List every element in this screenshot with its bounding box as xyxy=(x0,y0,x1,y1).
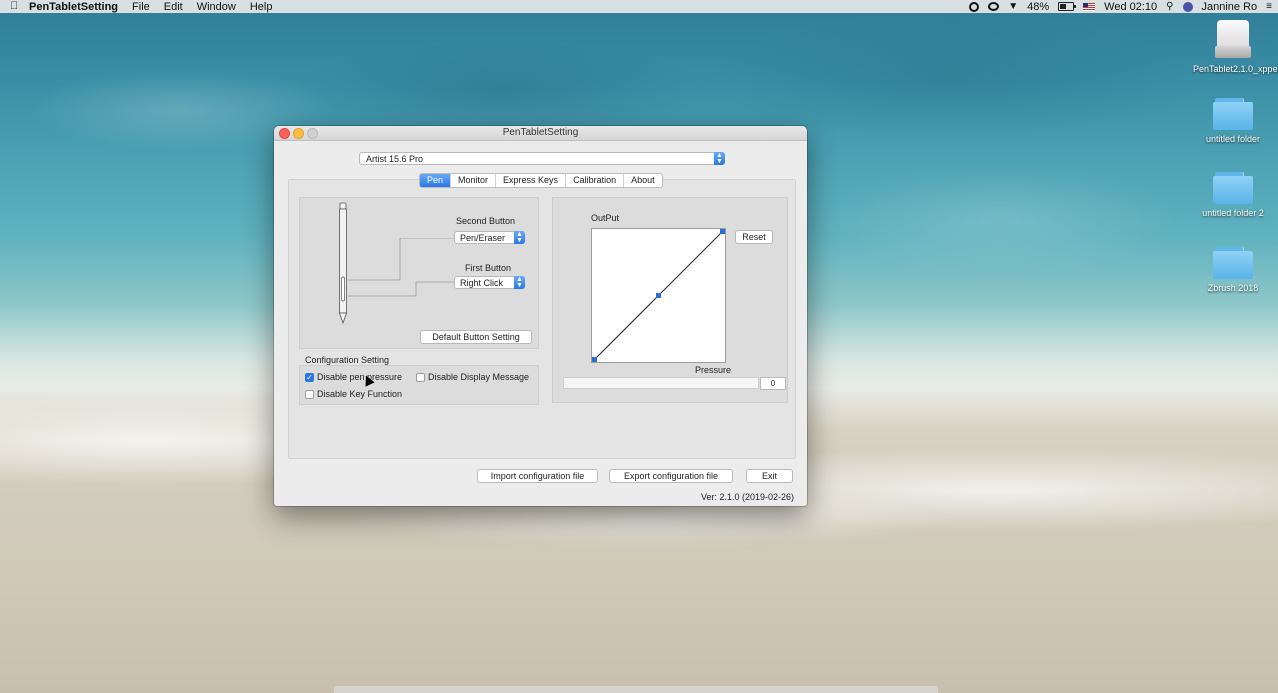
battery-percent: 48% xyxy=(1027,0,1050,13)
search-icon[interactable]: ⚲ xyxy=(1166,1,1173,12)
pressure-value: 0 xyxy=(760,377,786,390)
disable-display-message-label[interactable]: Disable Display Message xyxy=(428,372,529,382)
curve-handle-start[interactable] xyxy=(592,357,597,362)
import-configuration-button[interactable]: Import configuration file xyxy=(477,469,598,483)
first-button-value: Right Click xyxy=(460,278,504,288)
disable-key-function-checkbox[interactable] xyxy=(305,390,314,399)
menu-help[interactable]: Help xyxy=(250,1,273,13)
folder-icon xyxy=(1213,98,1253,130)
pen-illustration-icon xyxy=(339,202,347,324)
disable-pen-pressure-label[interactable]: Disable pen pressure xyxy=(317,372,402,382)
second-button-select[interactable]: Pen/Eraser ▲ ▼ xyxy=(454,231,525,244)
tab-bar: Pen Monitor Express Keys Calibration Abo… xyxy=(419,173,663,188)
pressure-level-bar xyxy=(563,377,759,389)
user-name[interactable]: Jannine Ro xyxy=(1202,1,1258,13)
apple-icon[interactable]:  xyxy=(10,1,21,12)
desktop-icon-label: untitled folder xyxy=(1205,134,1261,144)
menu-status-area: ▼ 48% Wed 02:10 ⚲ Jannine Ro ≡ xyxy=(969,0,1272,13)
pen-connector-lines xyxy=(348,238,458,297)
window-titlebar[interactable]: PenTabletSetting xyxy=(274,126,807,141)
tab-pen[interactable]: Pen xyxy=(420,174,452,187)
output-title: OutPut xyxy=(591,213,620,223)
desktop-icon-label: PenTablet2.1.0_xppen_20190226 xyxy=(1193,64,1278,74)
second-button-value: Pen/Eraser xyxy=(460,233,506,243)
folder-icon xyxy=(1213,172,1253,204)
close-icon[interactable] xyxy=(279,128,290,139)
clock[interactable]: Wed 02:10 xyxy=(1104,1,1157,13)
second-button-label: Second Button xyxy=(456,216,516,226)
menu-window[interactable]: Window xyxy=(197,1,236,13)
first-button-select[interactable]: Right Click ▲ ▼ xyxy=(454,276,525,289)
tab-calibration[interactable]: Calibration xyxy=(566,174,625,187)
battery-icon[interactable] xyxy=(1058,2,1077,11)
reset-button[interactable]: Reset xyxy=(735,230,773,244)
pressure-label: Pressure xyxy=(695,365,732,375)
disable-display-message-checkbox[interactable] xyxy=(416,373,425,382)
menu-app-name[interactable]: PenTabletSetting xyxy=(29,1,118,13)
record-icon[interactable] xyxy=(969,1,980,12)
user-avatar-icon[interactable] xyxy=(1182,1,1193,12)
wifi-icon[interactable]: ▼ xyxy=(1008,1,1018,12)
pressure-curve-graph[interactable] xyxy=(591,228,726,363)
version-label: Ver: 2.1.0 (2019-02-26) xyxy=(700,492,794,502)
desktop-icon-pentablet-disk[interactable]: PenTablet2.1.0_xppen_20190226 xyxy=(1193,20,1278,74)
default-button-setting-button[interactable]: Default Button Setting xyxy=(420,330,532,344)
updown-arrows-icon: ▲ ▼ xyxy=(514,231,525,244)
desktop-icon-label: Zbrush 2018 xyxy=(1207,283,1259,293)
configuration-setting-title: Configuration Setting xyxy=(305,355,390,365)
exit-button[interactable]: Exit xyxy=(746,469,793,483)
desktop-icon-zbrush[interactable]: Zbrush 2018 xyxy=(1193,247,1273,293)
output-panel: OutPut Reset Pressure 0 xyxy=(552,197,788,403)
disable-key-function-label[interactable]: Disable Key Function xyxy=(317,389,402,399)
updown-arrows-icon: ▲ ▼ xyxy=(514,276,525,289)
desktop-icon-label: untitled folder 2 xyxy=(1202,208,1264,218)
device-select[interactable]: Artist 15.6 Pro ▲ ▼ xyxy=(359,152,725,165)
desktop-icon-untitled-folder-2[interactable]: untitled folder 2 xyxy=(1193,172,1273,218)
tab-express-keys[interactable]: Express Keys xyxy=(496,174,567,187)
window-title: PenTabletSetting xyxy=(502,127,579,138)
minimize-icon[interactable] xyxy=(293,128,304,139)
creative-cloud-icon[interactable] xyxy=(988,2,1000,11)
curve-handle-mid[interactable] xyxy=(656,293,661,298)
export-configuration-button[interactable]: Export configuration file xyxy=(609,469,733,483)
disk-icon xyxy=(1215,20,1251,60)
pen-button-panel: Second Button Pen/Eraser ▲ ▼ First Button… xyxy=(299,197,539,349)
disable-pen-pressure-checkbox[interactable]: ✓ xyxy=(305,373,314,382)
configuration-panel: ✓ Disable pen pressure Disable Display M… xyxy=(299,365,539,405)
menu-file[interactable]: File xyxy=(132,1,150,13)
zoom-icon[interactable] xyxy=(307,128,318,139)
pentablet-window: PenTabletSetting Artist 15.6 Pro ▲ ▼ Pen … xyxy=(274,126,807,506)
menu-edit[interactable]: Edit xyxy=(164,1,183,13)
notification-center-icon[interactable]: ≡ xyxy=(1266,1,1272,12)
tab-monitor[interactable]: Monitor xyxy=(451,174,497,187)
updown-arrows-icon: ▲ ▼ xyxy=(714,152,725,165)
pressure-curve-line xyxy=(592,229,725,362)
curve-handle-end[interactable] xyxy=(720,229,725,234)
folder-icon xyxy=(1213,247,1253,279)
us-flag-icon[interactable] xyxy=(1083,2,1096,11)
dock[interactable] xyxy=(334,686,938,693)
tab-about[interactable]: About xyxy=(624,174,662,187)
device-select-value: Artist 15.6 Pro xyxy=(366,154,424,164)
menu-bar:  PenTabletSetting File Edit Window Help… xyxy=(0,0,1278,13)
desktop-icon-untitled-folder[interactable]: untitled folder xyxy=(1193,98,1273,144)
first-button-label: First Button xyxy=(465,263,512,273)
